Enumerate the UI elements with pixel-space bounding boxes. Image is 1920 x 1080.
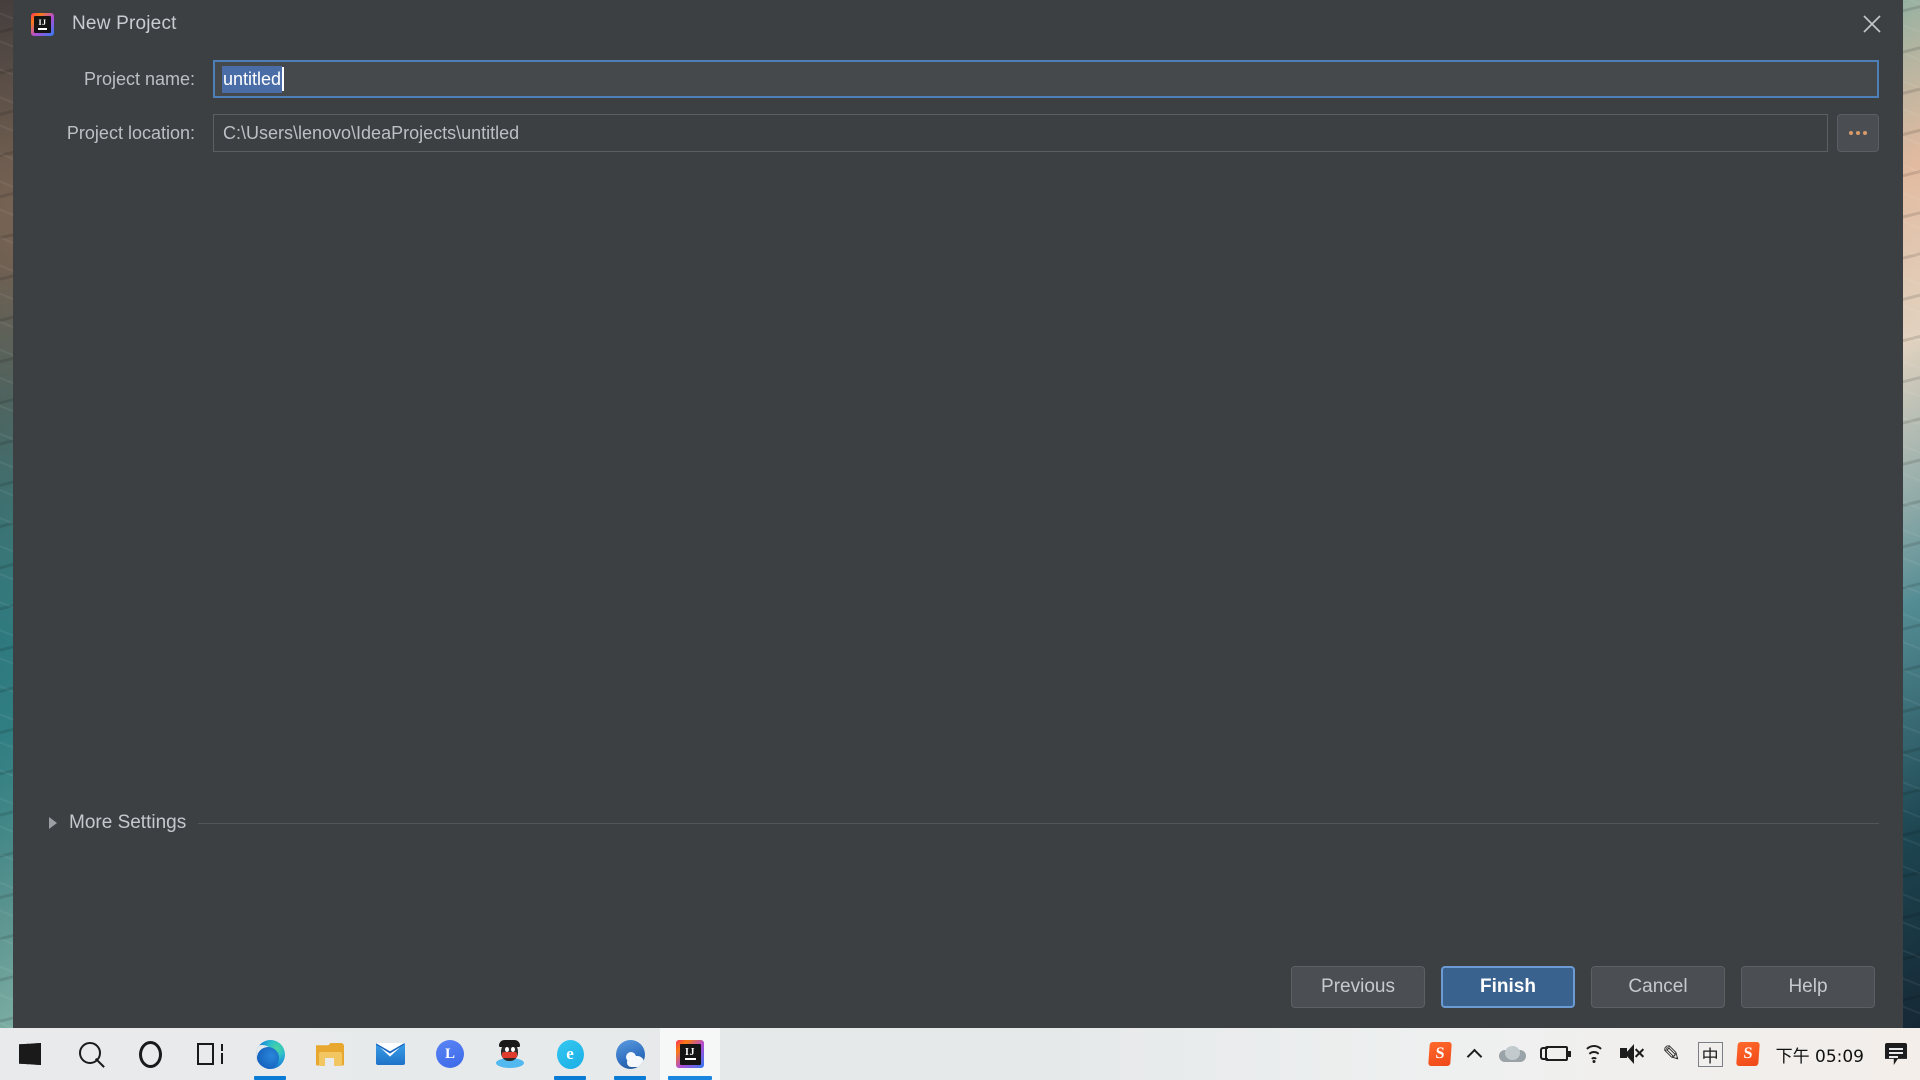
help-button[interactable]: Help — [1741, 966, 1875, 1008]
ime-mode-tray[interactable]: 中 — [1691, 1028, 1730, 1080]
editor-button[interactable]: e — [540, 1028, 600, 1080]
pen-tray[interactable]: ✎ — [1653, 1028, 1691, 1080]
project-name-label: Project name: — [83, 68, 195, 89]
finish-button[interactable]: Finish — [1441, 966, 1575, 1008]
qq-penguin-icon — [496, 1040, 524, 1068]
cloud-ball-icon — [615, 1039, 645, 1069]
close-icon[interactable] — [1841, 0, 1903, 48]
text-caret — [282, 67, 285, 91]
task-view-button[interactable] — [180, 1028, 240, 1080]
mail-icon — [375, 1043, 405, 1065]
taskbar-clock[interactable]: 下午 05:09 — [1766, 1042, 1878, 1067]
speaker-muted-icon — [1619, 1044, 1646, 1064]
sogou-s-icon: S — [1427, 1042, 1452, 1066]
project-name-row: Project name: untitled — [37, 59, 1880, 99]
intellij-idea-icon: IJ — [31, 12, 54, 36]
dialog-titlebar: IJ New Project — [13, 0, 1903, 48]
folder-icon — [316, 1042, 344, 1066]
search-icon — [74, 1036, 106, 1069]
taskbar-empty-area — [720, 1028, 1422, 1080]
chevron-up-icon — [1466, 1048, 1483, 1064]
project-name-input[interactable]: untitled — [212, 59, 1880, 99]
intellij-idea-icon: IJ — [676, 1040, 704, 1068]
task-view-icon — [197, 1043, 223, 1065]
search-button[interactable] — [60, 1028, 120, 1080]
qq-button[interactable] — [480, 1028, 540, 1080]
onedrive-cloud-icon — [1498, 1046, 1526, 1062]
start-button[interactable] — [0, 1028, 60, 1080]
network-tray[interactable] — [1575, 1028, 1613, 1080]
volume-tray[interactable] — [1613, 1028, 1653, 1080]
sogou-input-tray[interactable]: S — [1422, 1028, 1458, 1080]
show-hidden-icons[interactable] — [1458, 1028, 1492, 1080]
new-project-dialog: IJ New Project Project name: untitled Pr… — [13, 0, 1903, 1030]
sogou-s-icon: S — [1735, 1042, 1760, 1066]
clock-app-button[interactable]: L — [420, 1028, 480, 1080]
notification-center-icon — [1885, 1043, 1907, 1065]
running-indicator — [254, 1076, 286, 1080]
dialog-body: Project name: untitled Project location:… — [13, 48, 1903, 944]
ellipsis-dot-3 — [1863, 131, 1867, 135]
running-indicator — [614, 1076, 646, 1080]
ime-chinese-icon: 中 — [1697, 1041, 1723, 1067]
wifi-icon — [1582, 1045, 1606, 1063]
cloud-app-button[interactable] — [600, 1028, 660, 1080]
running-indicator — [668, 1076, 712, 1080]
browse-folder-button[interactable] — [1837, 114, 1879, 152]
cortana-button[interactable] — [120, 1028, 180, 1080]
mail-button[interactable] — [360, 1028, 420, 1080]
notification-center-button[interactable] — [1878, 1028, 1914, 1080]
running-indicator — [554, 1076, 586, 1080]
more-settings-separator — [198, 822, 1879, 824]
window-title: New Project — [72, 13, 177, 34]
project-location-row: Project location: C:\Users\lenovo\IdeaPr… — [37, 114, 1879, 152]
project-location-input[interactable]: C:\Users\lenovo\IdeaProjects\untitled — [213, 114, 1828, 152]
previous-button[interactable]: Previous — [1291, 966, 1425, 1008]
intellij-button[interactable]: IJ — [660, 1028, 720, 1080]
project-location-label: Project location: — [66, 122, 195, 143]
ellipsis-dot-2 — [1856, 131, 1860, 135]
file-explorer-button[interactable] — [300, 1028, 360, 1080]
windows-taskbar: L e IJ S ✎ 中 S 下午 05:09 — [0, 1028, 1920, 1080]
edge-icon — [255, 1039, 285, 1069]
battery-tray[interactable] — [1533, 1028, 1575, 1080]
blue-circle-l-icon: L — [436, 1040, 464, 1068]
pen-ink-icon: ✎ — [1662, 1041, 1681, 1067]
ellipsis-dot-1 — [1849, 131, 1853, 135]
project-name-value: untitled — [222, 65, 283, 93]
dialog-footer: Previous Finish Cancel Help — [13, 944, 1903, 1030]
more-settings-label: More Settings — [69, 812, 187, 833]
cancel-button[interactable]: Cancel — [1591, 966, 1725, 1008]
battery-charging-icon — [1539, 1045, 1571, 1063]
triangle-right-icon — [49, 817, 57, 829]
edge-button[interactable] — [240, 1028, 300, 1080]
windows-logo-icon — [19, 1043, 41, 1065]
cortana-icon — [138, 1040, 162, 1068]
more-settings-toggle[interactable]: More Settings — [49, 812, 1879, 834]
onedrive-tray[interactable] — [1492, 1028, 1533, 1080]
sogou-pinyin-tray[interactable]: S — [1730, 1028, 1766, 1080]
teal-e-icon: e — [556, 1039, 584, 1069]
project-location-value: C:\Users\lenovo\IdeaProjects\untitled — [223, 122, 520, 143]
